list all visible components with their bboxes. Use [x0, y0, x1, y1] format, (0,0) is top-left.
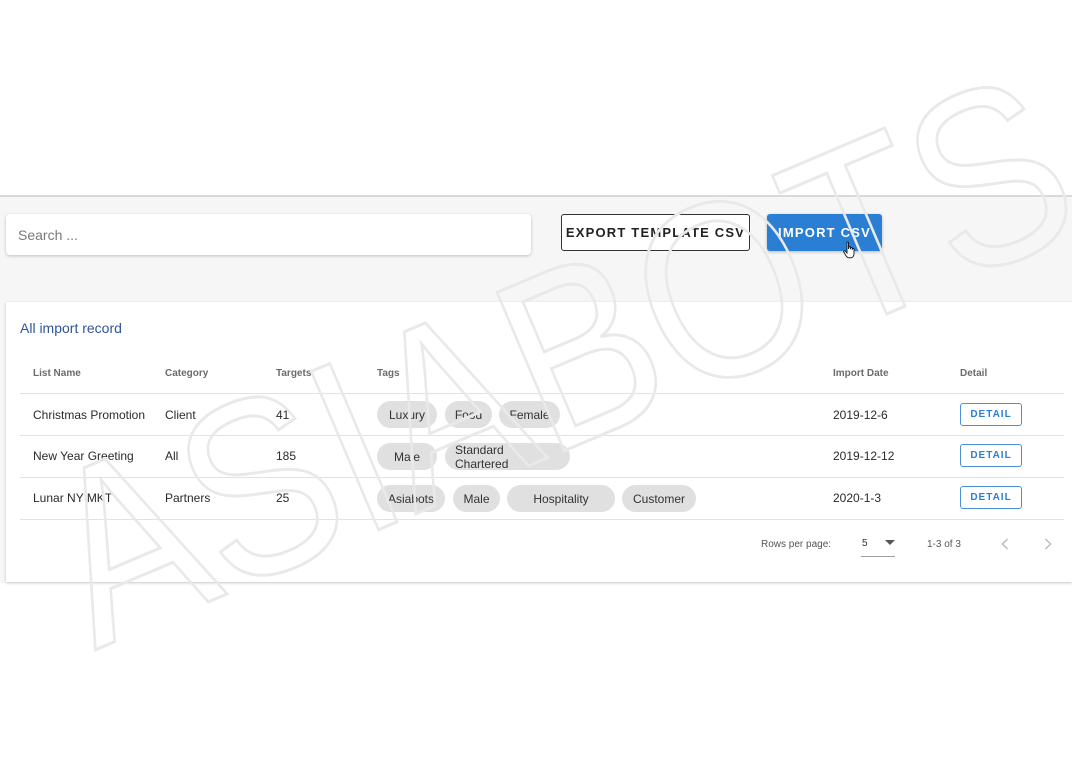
cell-list-name: Christmas Promotion [33, 408, 146, 422]
next-page-button[interactable] [1039, 535, 1057, 553]
tag-chip: Female [499, 401, 560, 428]
tag-chip: Food [445, 401, 492, 428]
chevron-left-icon [1001, 538, 1009, 550]
tag-chip: Male [377, 443, 437, 470]
column-header-category[interactable]: Category [165, 368, 208, 379]
detail-button[interactable]: DETAIL [960, 403, 1022, 426]
cell-list-name: New Year Greeting [33, 449, 134, 463]
column-header-import-date[interactable]: Import Date [833, 368, 889, 379]
rows-per-page-label: Rows per page: [761, 539, 832, 550]
import-csv-button[interactable]: IMPORT CSV [767, 214, 882, 251]
header-divider [20, 393, 1064, 394]
column-header-targets[interactable]: Targets [276, 368, 311, 379]
cell-import-date: 2020-1-3 [833, 491, 882, 505]
tag-chip: Luxury [377, 401, 437, 428]
previous-page-button[interactable] [996, 535, 1014, 553]
cell-list-name: Lunar NY MKT [33, 491, 113, 505]
tag-chip: Male [453, 485, 500, 512]
row-divider [20, 519, 1064, 520]
detail-button[interactable]: DETAIL [960, 486, 1022, 509]
detail-button[interactable]: DETAIL [960, 444, 1022, 467]
dropdown-arrow-icon [885, 540, 895, 545]
page: EXPORT TEMPLATE CSV IMPORT CSV All impor… [0, 0, 1072, 781]
cell-targets: 25 [276, 491, 290, 505]
pagination-range: 1-3 of 3 [927, 539, 961, 550]
import-records-card: All import record List Name Category Tar… [6, 302, 1072, 582]
cell-import-date: 2019-12-6 [833, 408, 888, 422]
tag-chip: Hospitality [507, 485, 615, 512]
column-header-detail[interactable]: Detail [960, 368, 987, 379]
search-box[interactable] [6, 214, 531, 255]
cell-category: All [165, 449, 179, 463]
tag-chip: Asiabots [377, 485, 445, 512]
search-input[interactable] [16, 225, 521, 244]
column-header-tags[interactable]: Tags [377, 368, 400, 379]
cell-targets: 41 [276, 408, 290, 422]
cell-import-date: 2019-12-12 [833, 449, 895, 463]
card-title: All import record [20, 320, 122, 336]
rows-per-page-select[interactable]: 5 [861, 535, 895, 557]
tag-chip: Customer [622, 485, 696, 512]
row-divider [20, 477, 1064, 478]
row-divider [20, 435, 1064, 436]
export-template-csv-button[interactable]: EXPORT TEMPLATE CSV [561, 214, 750, 251]
top-blank-area [0, 0, 1072, 196]
cell-targets: 185 [276, 449, 297, 463]
chevron-right-icon [1044, 538, 1052, 550]
cell-category: Client [165, 408, 196, 422]
cell-category: Partners [165, 491, 211, 505]
tag-chip: Standard Chartered [445, 443, 570, 471]
rows-per-page-value: 5 [862, 538, 868, 549]
column-header-list-name[interactable]: List Name [33, 368, 81, 379]
